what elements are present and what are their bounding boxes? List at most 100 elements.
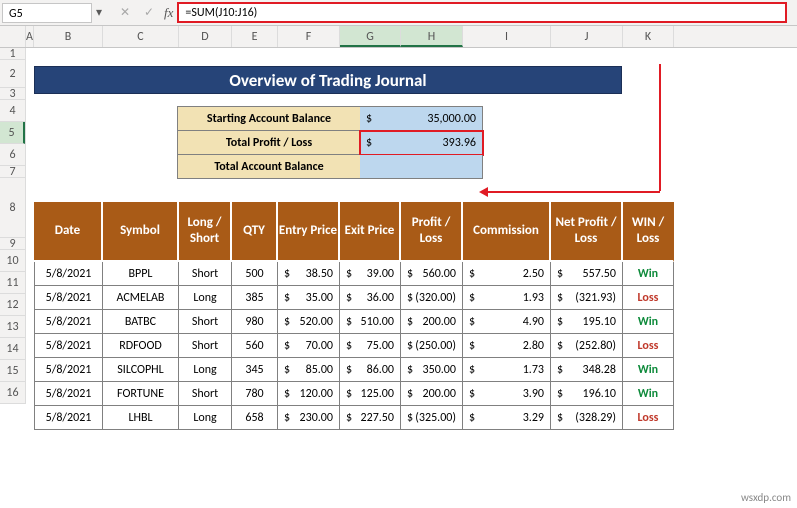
cell-net-pl[interactable]: $195.10 (551, 310, 623, 334)
cell-exit-price[interactable]: $86.00 (340, 358, 401, 382)
row-header-12[interactable]: 12 (0, 294, 25, 316)
cell-symbol[interactable]: BPPL (103, 262, 179, 286)
cell-entry-price[interactable]: $85.00 (278, 358, 340, 382)
row-header-11[interactable]: 11 (0, 272, 25, 294)
th-symbol[interactable]: Symbol (103, 202, 179, 262)
row-header-2[interactable]: 2 (0, 60, 25, 88)
col-header-F[interactable]: F (278, 26, 340, 47)
cell-pl[interactable]: $350.00 (401, 358, 463, 382)
cell-winloss[interactable]: Loss (623, 406, 674, 430)
cell-net-pl[interactable]: $(252.80) (551, 334, 623, 358)
cell-pl[interactable]: $(325.00) (401, 406, 463, 430)
cell-exit-price[interactable]: $125.00 (340, 382, 401, 406)
fx-icon[interactable]: fx (164, 5, 173, 21)
row-header-15[interactable]: 15 (0, 360, 25, 382)
cell-winloss[interactable]: Win (623, 358, 674, 382)
cell-commission[interactable]: $1.73 (463, 358, 551, 382)
name-box[interactable]: G5 (2, 3, 92, 23)
row-header-1[interactable]: 1 (0, 48, 25, 60)
cell-winloss[interactable]: Win (623, 262, 674, 286)
row-header-4[interactable]: 4 (0, 100, 25, 122)
cell-pl[interactable]: $(320.00) (401, 286, 463, 310)
cell-entry-price[interactable]: $70.00 (278, 334, 340, 358)
col-header-G[interactable]: G (340, 26, 401, 47)
th-profit-loss[interactable]: Profit / Loss (401, 202, 463, 262)
cell-net-pl[interactable]: $(321.93) (551, 286, 623, 310)
starting-balance-cell[interactable]: $ 35,000.00 (360, 107, 483, 131)
cell-net-pl[interactable]: $196.10 (551, 382, 623, 406)
cell-date[interactable]: 5/8/2021 (34, 358, 103, 382)
cell-commission[interactable]: $2.50 (463, 262, 551, 286)
col-header-J[interactable]: J (551, 26, 623, 47)
cell-commission[interactable]: $4.90 (463, 310, 551, 334)
col-header-I[interactable]: I (463, 26, 551, 47)
row-header-16[interactable]: 16 (0, 382, 25, 404)
cell-qty[interactable]: 385 (232, 286, 278, 310)
cell-ls[interactable]: Short (179, 262, 232, 286)
cell-entry-price[interactable]: $120.00 (278, 382, 340, 406)
row-header-3[interactable]: 3 (0, 88, 25, 100)
th-win-loss[interactable]: WIN / Loss (623, 202, 674, 262)
cell-symbol[interactable]: RDFOOD (103, 334, 179, 358)
cell-commission[interactable]: $3.29 (463, 406, 551, 430)
cell-winloss[interactable]: Win (623, 382, 674, 406)
cell-date[interactable]: 5/8/2021 (34, 334, 103, 358)
formula-bar[interactable]: =SUM(J10:J16) (177, 2, 787, 23)
cell-exit-price[interactable]: $227.50 (340, 406, 401, 430)
row-header-13[interactable]: 13 (0, 316, 25, 338)
cell-symbol[interactable]: BATBC (103, 310, 179, 334)
cell-exit-price[interactable]: $510.00 (340, 310, 401, 334)
th-long-short[interactable]: Long / Short (179, 202, 232, 262)
col-header-B[interactable]: B (34, 26, 103, 47)
col-header-H[interactable]: H (401, 26, 463, 47)
row-header-10[interactable]: 10 (0, 250, 25, 272)
cell-qty[interactable]: 780 (232, 382, 278, 406)
cell-exit-price[interactable]: $36.00 (340, 286, 401, 310)
th-date[interactable]: Date (34, 202, 103, 262)
cell-net-pl[interactable]: $348.28 (551, 358, 623, 382)
cell-commission[interactable]: $2.80 (463, 334, 551, 358)
row-header-9[interactable]: 9 (0, 238, 25, 250)
cell-pl[interactable]: $200.00 (401, 310, 463, 334)
cell-winloss[interactable]: Loss (623, 334, 674, 358)
cell-net-pl[interactable]: $(328.29) (551, 406, 623, 430)
row-header-14[interactable]: 14 (0, 338, 25, 360)
row-header-7[interactable]: 7 (0, 166, 25, 178)
cell-entry-price[interactable]: $520.00 (278, 310, 340, 334)
row-header-8[interactable]: 8 (0, 178, 25, 238)
cell-pl[interactable]: $200.00 (401, 382, 463, 406)
cell-exit-price[interactable]: $75.00 (340, 334, 401, 358)
col-header-D[interactable]: D (179, 26, 232, 47)
cell-commission[interactable]: $3.90 (463, 382, 551, 406)
name-box-dropdown-icon[interactable]: ▾ (92, 3, 106, 23)
th-net-pl[interactable]: Net Profit / Loss (551, 202, 623, 262)
cell-winloss[interactable]: Loss (623, 286, 674, 310)
col-header-A[interactable]: A (26, 26, 34, 47)
th-entry-price[interactable]: Entry Price (278, 202, 340, 262)
cell-qty[interactable]: 560 (232, 334, 278, 358)
cell-winloss[interactable]: Win (623, 310, 674, 334)
cell-symbol[interactable]: FORTUNE (103, 382, 179, 406)
cell-qty[interactable]: 980 (232, 310, 278, 334)
cell-date[interactable]: 5/8/2021 (34, 262, 103, 286)
th-qty[interactable]: QTY (232, 202, 278, 262)
cell-date[interactable]: 5/8/2021 (34, 310, 103, 334)
cell-ls[interactable]: Long (179, 406, 232, 430)
cell-ls[interactable]: Short (179, 334, 232, 358)
th-commission[interactable]: Commission (463, 202, 551, 262)
cell-pl[interactable]: $(250.00) (401, 334, 463, 358)
th-exit-price[interactable]: Exit Price (340, 202, 401, 262)
cell-commission[interactable]: $1.93 (463, 286, 551, 310)
cell-ls[interactable]: Short (179, 310, 232, 334)
cell-ls[interactable]: Short (179, 382, 232, 406)
cell-exit-price[interactable]: $39.00 (340, 262, 401, 286)
cell-date[interactable]: 5/8/2021 (34, 286, 103, 310)
cell-qty[interactable]: 345 (232, 358, 278, 382)
cell-date[interactable]: 5/8/2021 (34, 406, 103, 430)
col-header-C[interactable]: C (103, 26, 179, 47)
cell-qty[interactable]: 500 (232, 262, 278, 286)
cell-pl[interactable]: $560.00 (401, 262, 463, 286)
select-all-triangle[interactable] (0, 26, 26, 47)
col-header-K[interactable]: K (623, 26, 674, 47)
total-account-balance-cell[interactable] (360, 155, 483, 179)
